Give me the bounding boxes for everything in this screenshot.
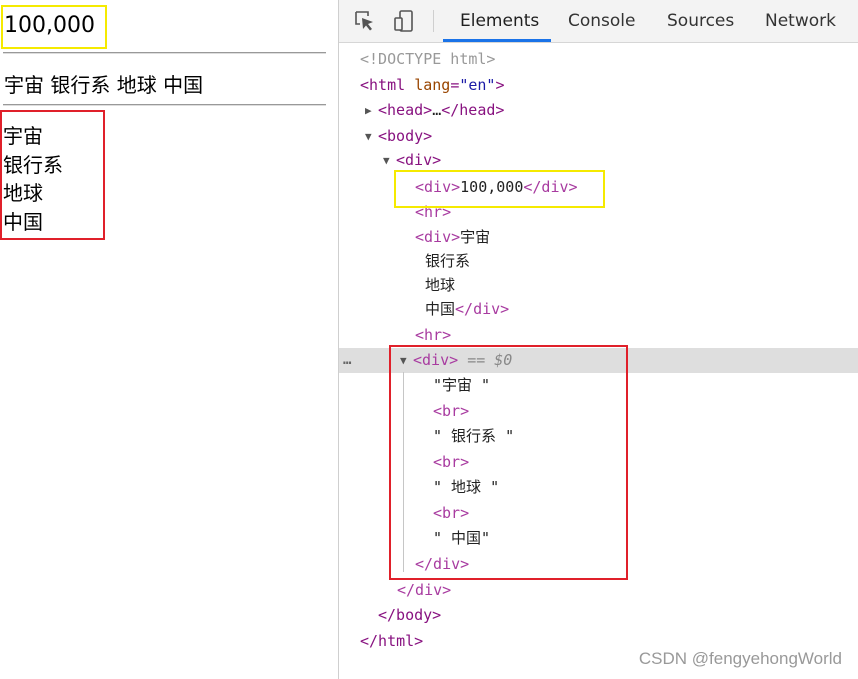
devtools-toolbar: Elements Console Sources Network — [339, 0, 858, 43]
tab-elements[interactable]: Elements — [460, 11, 539, 31]
inspect-element-icon[interactable] — [353, 9, 377, 33]
dom-node-head[interactable]: ▶ <head>…</head> — [339, 98, 858, 123]
dom-node-html[interactable]: <html lang="en"> — [339, 73, 858, 98]
yellow-highlight-box — [1, 5, 107, 49]
expand-triangle-icon[interactable]: ▶ — [365, 98, 372, 123]
dom-node-div-text[interactable]: <div>宇宙 — [339, 225, 858, 250]
active-tab-indicator — [443, 39, 551, 42]
device-toolbar-icon[interactable] — [392, 9, 416, 33]
tab-sources[interactable]: Sources — [667, 11, 734, 31]
collapse-triangle-icon[interactable]: ▼ — [383, 148, 390, 173]
horizontal-rule — [3, 52, 326, 54]
dom-node-text-line: 地球 — [425, 276, 456, 294]
horizontal-rule — [3, 104, 326, 106]
page-preview: 100,000 宇宙 银行系 地球 中国 宇宙 银行系 地球 中国 — [0, 0, 338, 679]
dom-node-doctype[interactable]: <!DOCTYPE html> — [339, 47, 858, 72]
indent-guide-line — [403, 372, 404, 572]
collapse-triangle-icon[interactable]: ▼ — [365, 124, 372, 149]
dom-node-text-line: 中国</div> — [425, 300, 510, 318]
dom-node-body[interactable]: ▼ <body> — [339, 124, 858, 149]
tab-network[interactable]: Network — [765, 11, 836, 31]
dom-node-div-close[interactable]: </div> — [339, 578, 858, 603]
yellow-highlight-box — [394, 170, 605, 208]
toolbar-separator — [433, 10, 434, 32]
inline-text: 宇宙 银行系 地球 中国 — [4, 73, 204, 97]
red-highlight-box — [389, 345, 628, 580]
more-options-icon[interactable]: … — [343, 348, 351, 373]
tab-console[interactable]: Console — [568, 11, 636, 31]
dom-node-text-line: 银行系 — [425, 252, 471, 270]
watermark-text: CSDN @fengyehongWorld — [638, 649, 842, 668]
dom-node-body-close[interactable]: </body> — [339, 603, 858, 628]
red-highlight-box — [0, 110, 105, 240]
